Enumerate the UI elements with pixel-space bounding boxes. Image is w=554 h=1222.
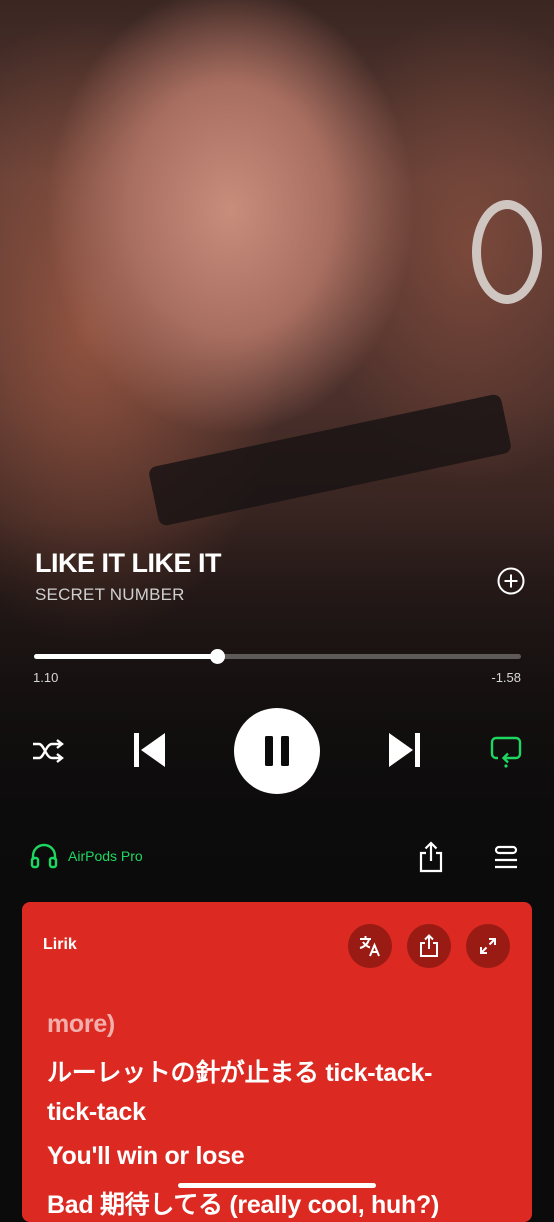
next-button[interactable] bbox=[386, 730, 424, 770]
artwork-detail bbox=[147, 393, 513, 527]
device-name: AirPods Pro bbox=[68, 848, 143, 864]
skip-next-icon bbox=[389, 733, 420, 767]
pause-button[interactable] bbox=[234, 708, 320, 794]
share-button[interactable] bbox=[418, 841, 444, 873]
progress-fill bbox=[34, 654, 217, 659]
lyric-line[interactable]: Bad 期待してる (really cool, huh?) bbox=[47, 1185, 439, 1221]
repeat-icon bbox=[490, 736, 522, 768]
lyric-line[interactable]: ルーレットの針が止まる tick-tack- bbox=[47, 1053, 432, 1089]
remaining-time: -1.58 bbox=[491, 670, 521, 685]
connected-device[interactable]: AirPods Pro bbox=[30, 843, 143, 869]
track-title[interactable]: LIKE IT LIKE IT bbox=[35, 548, 222, 579]
artwork-detail bbox=[472, 200, 542, 304]
translate-button[interactable] bbox=[348, 924, 392, 968]
plus-circle-icon bbox=[497, 567, 525, 595]
elapsed-time: 1.10 bbox=[33, 670, 59, 685]
lyrics-card[interactable]: Lirik more) ルーレットの針が止まる tick-tack- tick-… bbox=[22, 902, 532, 1222]
lyrics-label: Lirik bbox=[43, 936, 77, 953]
queue-button[interactable] bbox=[493, 845, 519, 871]
translate-icon bbox=[359, 936, 380, 957]
share-icon bbox=[419, 841, 443, 873]
lyric-line[interactable]: tick-tack bbox=[47, 1098, 146, 1127]
pause-icon bbox=[265, 736, 289, 766]
lyrics-share-button[interactable] bbox=[407, 924, 451, 968]
lyric-line[interactable]: more) bbox=[47, 1010, 115, 1039]
skip-previous-icon bbox=[134, 733, 165, 767]
add-to-library-button[interactable] bbox=[496, 566, 526, 596]
progress-handle[interactable] bbox=[209, 649, 225, 664]
share-icon bbox=[420, 934, 438, 957]
lyric-line[interactable]: You'll win or lose bbox=[47, 1142, 245, 1171]
headphones-icon bbox=[30, 843, 58, 869]
shuffle-button[interactable] bbox=[30, 734, 66, 768]
expand-icon bbox=[480, 938, 496, 954]
queue-icon bbox=[494, 845, 518, 869]
expand-lyrics-button[interactable] bbox=[466, 924, 510, 968]
repeat-button[interactable] bbox=[488, 733, 524, 769]
track-artist[interactable]: SECRET NUMBER bbox=[35, 585, 185, 605]
shuffle-icon bbox=[33, 739, 64, 763]
progress-bar[interactable] bbox=[34, 649, 521, 664]
home-indicator[interactable] bbox=[178, 1183, 376, 1188]
previous-button[interactable] bbox=[130, 730, 168, 770]
